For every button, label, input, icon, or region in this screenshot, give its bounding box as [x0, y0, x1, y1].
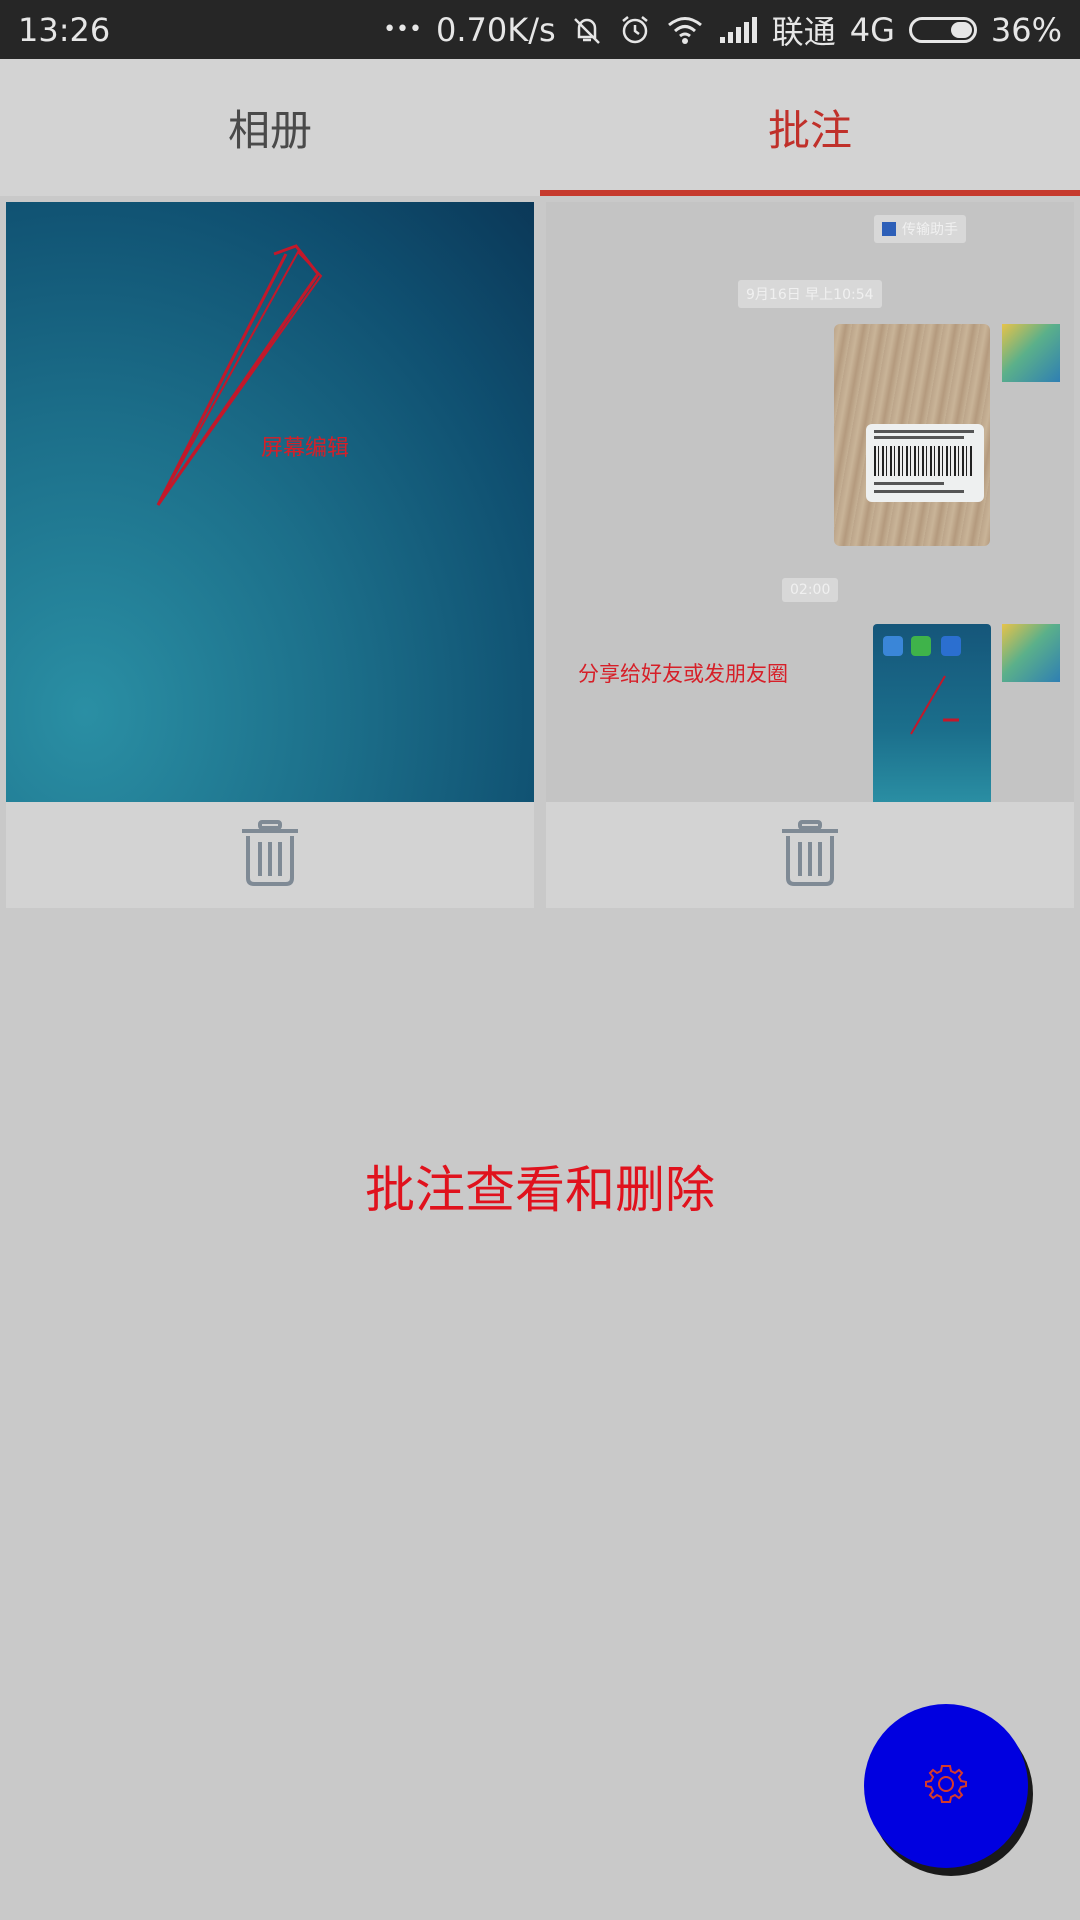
barcode [874, 446, 974, 476]
chat-date-chip: 9月16日 早上10:54 [738, 280, 882, 308]
tab-album[interactable]: 相册 [0, 59, 540, 196]
card-footer [6, 802, 534, 908]
status-dots: ••• [383, 17, 423, 42]
signal-icon [718, 15, 758, 45]
screenshot-message [873, 624, 991, 802]
gear-icon [922, 1760, 970, 1812]
trash-icon[interactable] [238, 820, 302, 890]
carrier-label: 联通 [771, 12, 836, 51]
avatar [1002, 324, 1060, 382]
settings-fab-button[interactable] [864, 1704, 1028, 1868]
barcode-label [866, 424, 984, 502]
alarm-icon [618, 13, 652, 47]
annotation-thumbnail[interactable]: 屏幕编辑 [6, 202, 534, 802]
annotation-card: 屏幕编辑 [6, 202, 534, 908]
annotation-thumbnail[interactable]: 传输助手 9月16日 早上10:54 02:00 分享给好友或发朋友圈 [546, 202, 1074, 802]
annotation-text: 分享给好友或发朋友圈 [578, 662, 788, 686]
battery-label: 36% [990, 10, 1062, 49]
card-footer [546, 802, 1074, 908]
arrow-annotation [156, 244, 323, 506]
avatar [1002, 624, 1060, 682]
annotation-card: 传输助手 9月16日 早上10:54 02:00 分享给好友或发朋友圈 [546, 202, 1074, 908]
mute-icon [570, 13, 604, 47]
battery-icon [908, 16, 977, 43]
caption: 批注查看和删除 [365, 1161, 715, 1219]
status-right: ••• 0.70K/s 联通 4G 36% [383, 7, 1062, 53]
tab-bar: 相册 批注 [0, 59, 1080, 196]
file-transfer-icon [882, 222, 896, 236]
network-label: 4G [849, 10, 895, 49]
trash-icon[interactable] [778, 820, 842, 890]
chat-time-chip: 02:00 [782, 578, 839, 602]
wifi-icon [666, 14, 704, 46]
battery-fill [950, 21, 972, 38]
chat-title-chip: 传输助手 [874, 215, 966, 243]
net-speed: 0.70K/s [436, 10, 556, 49]
tab-annotations[interactable]: 批注 [540, 59, 1080, 196]
chat-title: 传输助手 [902, 222, 958, 238]
photo-message [834, 324, 990, 546]
annotation-text: 屏幕编辑 [261, 436, 350, 461]
status-time: 13:26 [18, 10, 111, 49]
status-bar: 13:26 ••• 0.70K/s 联通 4G 36% [0, 0, 1080, 59]
